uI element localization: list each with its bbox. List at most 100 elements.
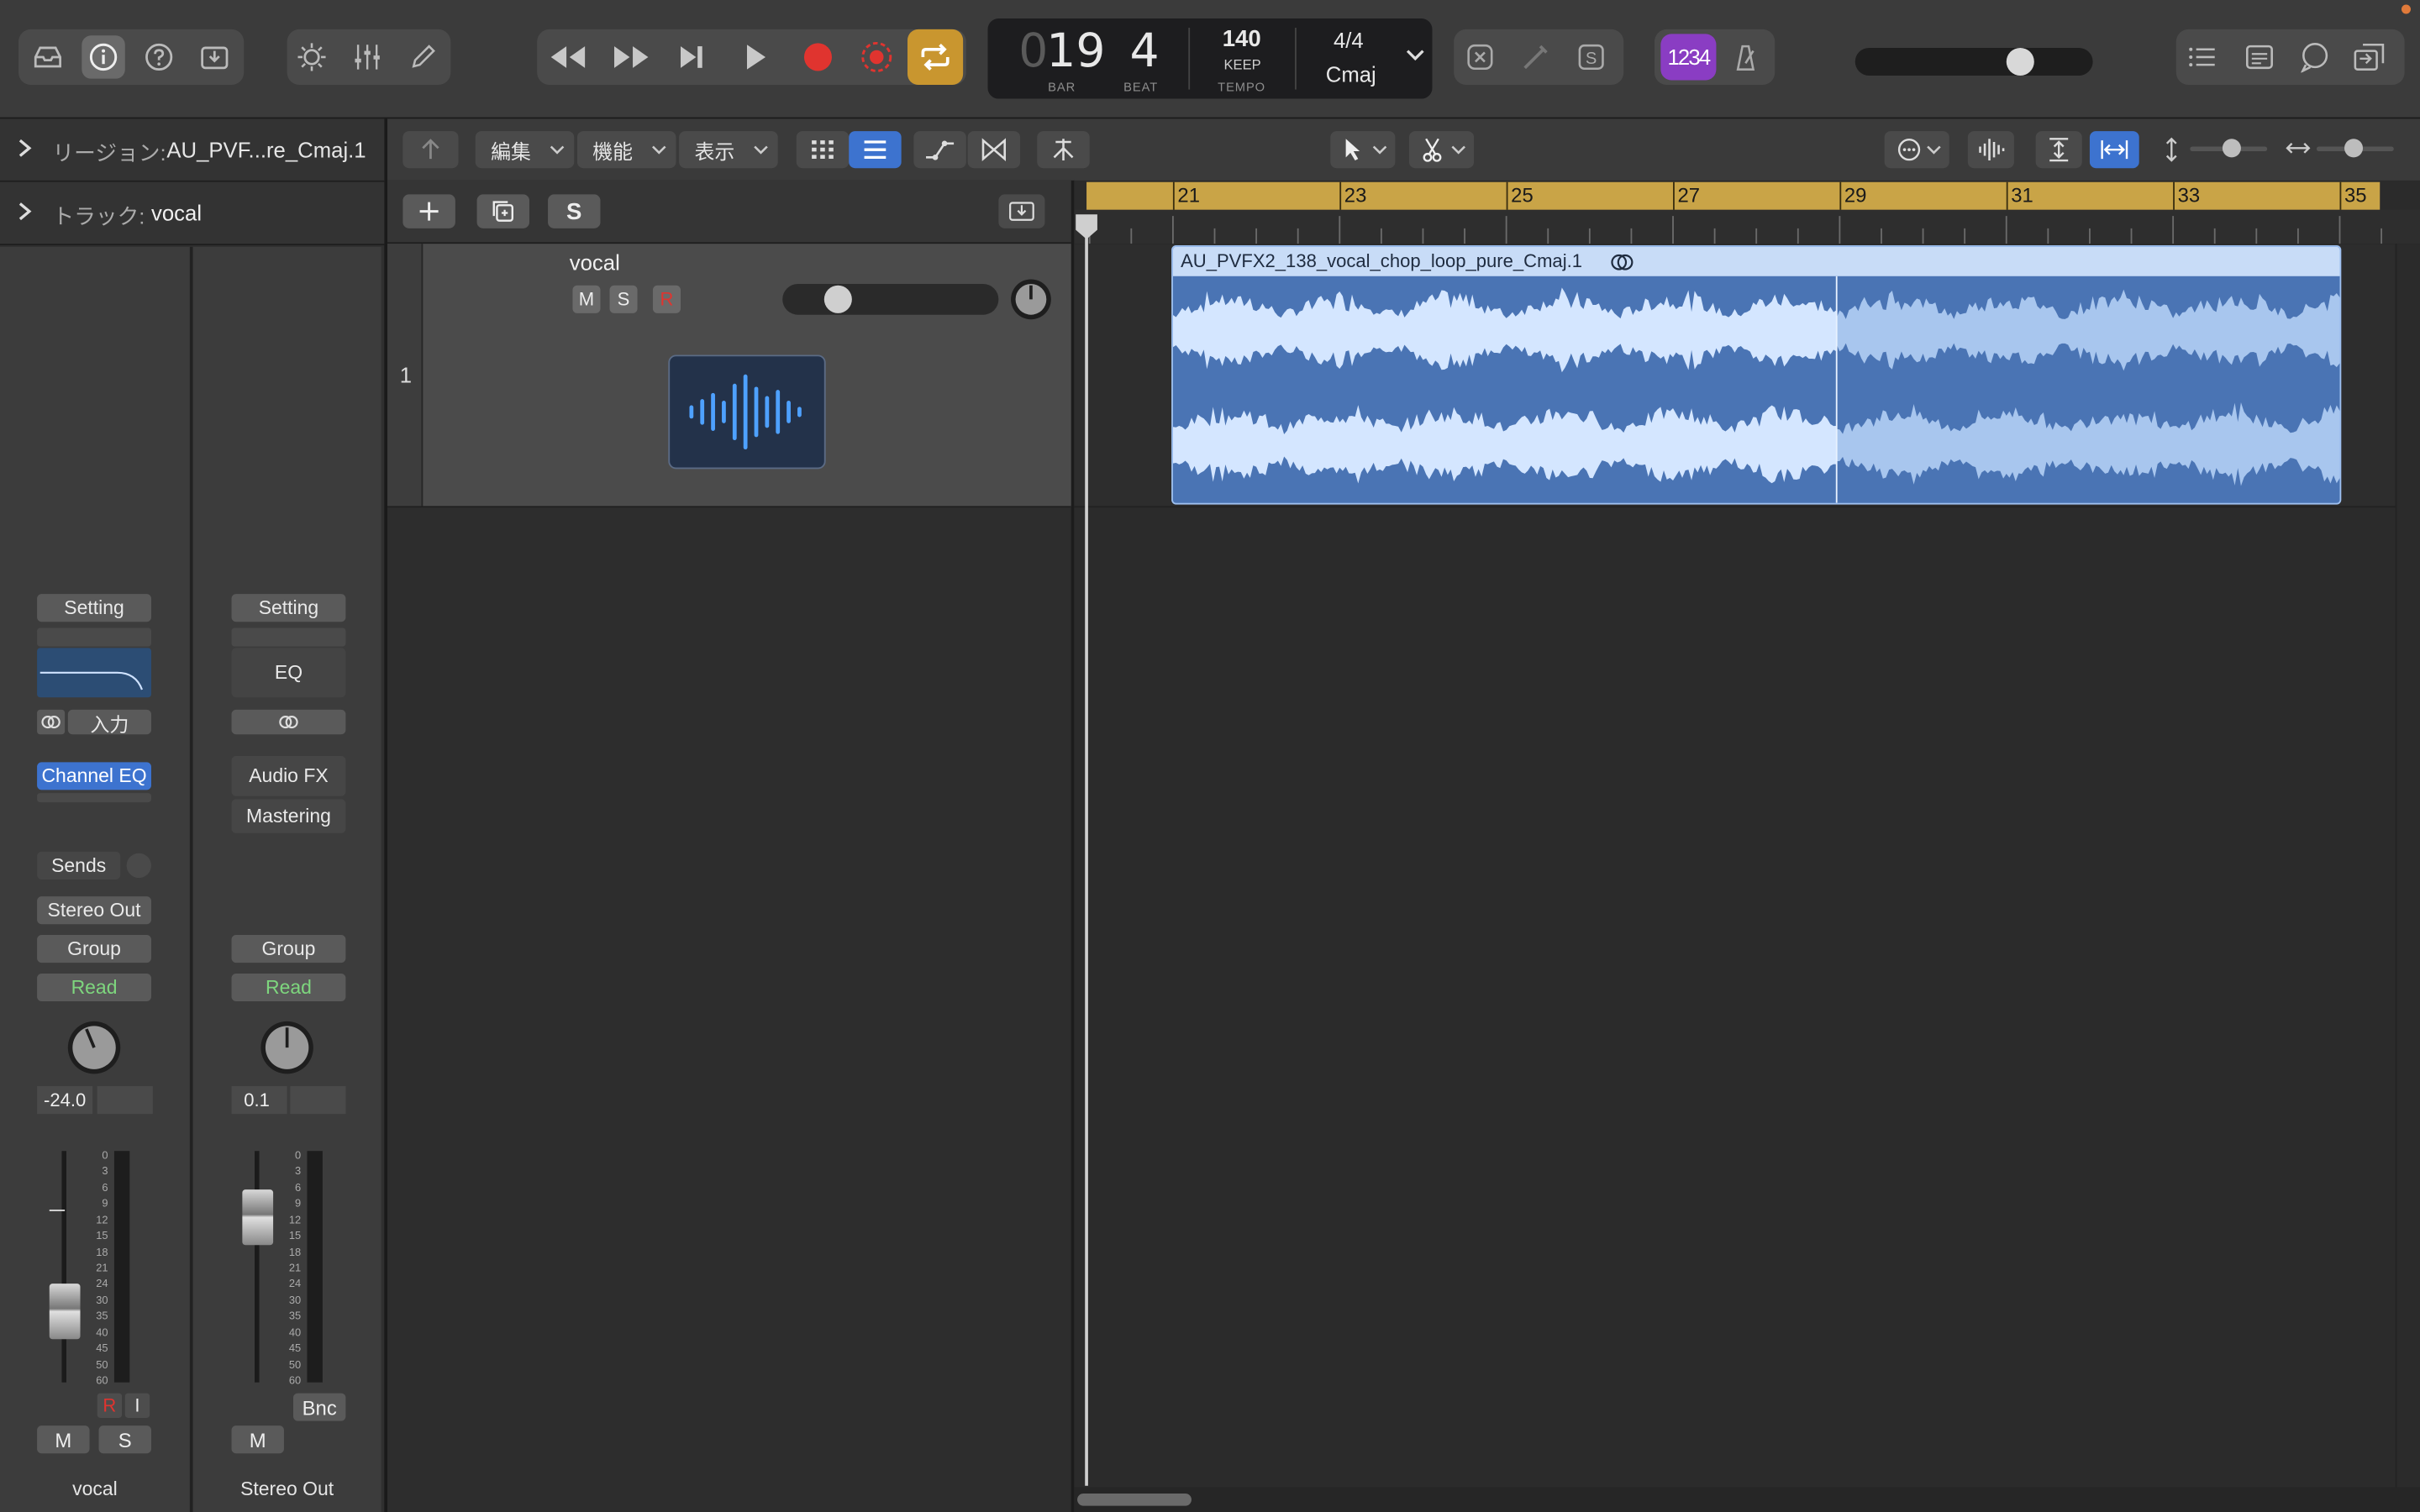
- flex-icon[interactable]: [967, 131, 1021, 169]
- fit-horizontal-icon[interactable]: [2089, 131, 2139, 169]
- bounce-button[interactable]: Bnc: [292, 1393, 346, 1421]
- metronome-icon[interactable]: [1724, 35, 1767, 78]
- fit-vertical-icon[interactable]: [2035, 131, 2082, 169]
- editors-pencil-icon[interactable]: [402, 35, 445, 78]
- count-in-button[interactable]: 1234: [1660, 34, 1717, 81]
- pan-value[interactable]: -24.0: [37, 1086, 93, 1115]
- output-slot[interactable]: Stereo Out: [37, 896, 151, 925]
- smart-controls-icon[interactable]: [290, 35, 333, 78]
- group-slot[interactable]: Group: [231, 935, 346, 963]
- track-name[interactable]: vocal: [570, 250, 620, 275]
- playhead[interactable]: [1085, 217, 1088, 1486]
- go-up-icon[interactable]: [402, 131, 459, 169]
- link-icon[interactable]: [37, 709, 66, 735]
- fast-forward-icon[interactable]: [608, 35, 655, 78]
- arrange-area[interactable]: 21 23 25 27 29 31 33 35 AU_PVFX2_138_vocal_chop…: [1074, 180, 2420, 1512]
- setting-button[interactable]: Setting: [231, 594, 346, 622]
- automation-mode[interactable]: Read: [37, 973, 151, 1002]
- horizontal-zoom-knob[interactable]: [2344, 139, 2364, 158]
- automation-mode[interactable]: Read: [231, 973, 346, 1002]
- track-mute-button[interactable]: M: [572, 285, 601, 313]
- scissors-tool-menu[interactable]: [1408, 131, 1475, 169]
- sends-slot[interactable]: Sends: [37, 851, 121, 879]
- inspector-icon[interactable]: [82, 35, 125, 79]
- input-slot[interactable]: 入力: [67, 709, 151, 735]
- edit-menu[interactable]: 編集: [475, 131, 575, 169]
- volume-fader-track[interactable]: [46, 1151, 83, 1383]
- import-icon[interactable]: [998, 194, 1045, 228]
- go-to-end-icon[interactable]: [670, 35, 713, 78]
- volume-fader-track[interactable]: [239, 1151, 276, 1383]
- lcd-menu-chevron-icon[interactable]: [1404, 46, 1426, 65]
- vertical-zoom-slider[interactable]: [2190, 139, 2268, 158]
- input-monitor-button[interactable]: I: [124, 1393, 150, 1418]
- quick-help-icon[interactable]: [137, 35, 180, 78]
- pan-knob[interactable]: [65, 1018, 124, 1077]
- gain-slot[interactable]: [231, 627, 346, 647]
- browsers-icon[interactable]: [2349, 35, 2392, 78]
- mute-button[interactable]: M: [231, 1425, 284, 1454]
- global-solo-button[interactable]: S: [548, 194, 601, 228]
- library-icon[interactable]: [26, 35, 69, 78]
- track-inspector-header[interactable]: トラック: vocal: [0, 181, 385, 246]
- master-volume-slider[interactable]: [1854, 47, 2093, 76]
- download-icon[interactable]: [193, 35, 236, 78]
- link-icon[interactable]: [231, 709, 346, 735]
- ruler-ticks[interactable]: [1074, 209, 2420, 246]
- list-editors-icon[interactable]: [2181, 35, 2223, 78]
- record-enable-button[interactable]: R: [97, 1393, 123, 1418]
- eq-button[interactable]: EQ: [231, 648, 346, 698]
- rewind-icon[interactable]: [544, 35, 591, 78]
- vertical-zoom-knob[interactable]: [2222, 139, 2241, 158]
- horizontal-scrollbar-thumb[interactable]: [1077, 1493, 1192, 1506]
- audio-region[interactable]: AU_PVFX2_138_vocal_chop_loop_pure_Cmaj.1: [1171, 245, 2342, 505]
- track-header-row[interactable]: 1 vocal M S R: [387, 244, 1071, 508]
- grid-view-icon[interactable]: [796, 131, 850, 169]
- pan-value[interactable]: 0.1: [231, 1086, 287, 1115]
- mastering-slot[interactable]: Mastering: [231, 799, 346, 833]
- automation-icon[interactable]: [913, 131, 966, 169]
- track-volume-knob[interactable]: [824, 285, 853, 313]
- track-pan-knob[interactable]: [1009, 278, 1052, 321]
- vertical-scrollbar[interactable]: [2395, 244, 2420, 1488]
- send-knob[interactable]: [126, 853, 151, 879]
- audio-fx-slot[interactable]: Audio FX: [231, 755, 346, 796]
- loop-browser-icon[interactable]: [2293, 35, 2336, 78]
- snap-icon[interactable]: [1037, 131, 1090, 169]
- track-volume-slider[interactable]: [782, 283, 999, 315]
- catch-menu[interactable]: [1884, 131, 1949, 169]
- volume-fader-knob[interactable]: [49, 1283, 81, 1339]
- play-icon[interactable]: [733, 35, 776, 78]
- duplicate-track-icon[interactable]: [476, 194, 529, 228]
- list-view-icon[interactable]: [849, 131, 902, 169]
- playhead-handle-icon[interactable]: [1074, 213, 1098, 240]
- waveform-zoom-icon[interactable]: [1967, 131, 2014, 169]
- track-record-button[interactable]: R: [652, 285, 681, 313]
- region-inspector-header[interactable]: リージョン: AU_PVF...re_Cmaj.1: [0, 118, 385, 182]
- horizontal-zoom-slider[interactable]: [2316, 139, 2394, 158]
- low-latency-icon[interactable]: [1459, 35, 1502, 78]
- notepad-icon[interactable]: [2238, 35, 2281, 78]
- lcd-display[interactable]: 0 19 4 BAR BEAT 140 KEEP TEMPO 4/4 Cmaj: [987, 18, 1433, 99]
- mute-button[interactable]: M: [37, 1425, 90, 1454]
- gain-slot[interactable]: [37, 627, 151, 647]
- replace-record-icon[interactable]: [855, 35, 898, 78]
- window-close-dot[interactable]: [2401, 4, 2411, 14]
- track-solo-button[interactable]: S: [609, 285, 638, 313]
- eq-thumbnail[interactable]: [37, 648, 151, 698]
- record-icon[interactable]: [797, 35, 839, 78]
- mixer-icon[interactable]: [345, 35, 388, 78]
- solo-mode-icon[interactable]: S: [1570, 35, 1612, 78]
- view-menu[interactable]: 表示: [679, 131, 778, 169]
- audio-fx-slot[interactable]: [37, 793, 151, 803]
- solo-button[interactable]: S: [98, 1425, 151, 1454]
- add-track-icon[interactable]: [402, 194, 455, 228]
- master-volume-knob[interactable]: [2006, 47, 2034, 76]
- group-slot[interactable]: Group: [37, 935, 151, 963]
- horizontal-scrollbar[interactable]: [1074, 1487, 2420, 1512]
- tuner-icon[interactable]: [1514, 35, 1557, 78]
- channel-eq-plugin[interactable]: Channel EQ: [37, 762, 151, 790]
- function-menu[interactable]: 機能: [576, 131, 676, 169]
- pan-knob[interactable]: [258, 1018, 317, 1077]
- setting-button[interactable]: Setting: [37, 594, 151, 622]
